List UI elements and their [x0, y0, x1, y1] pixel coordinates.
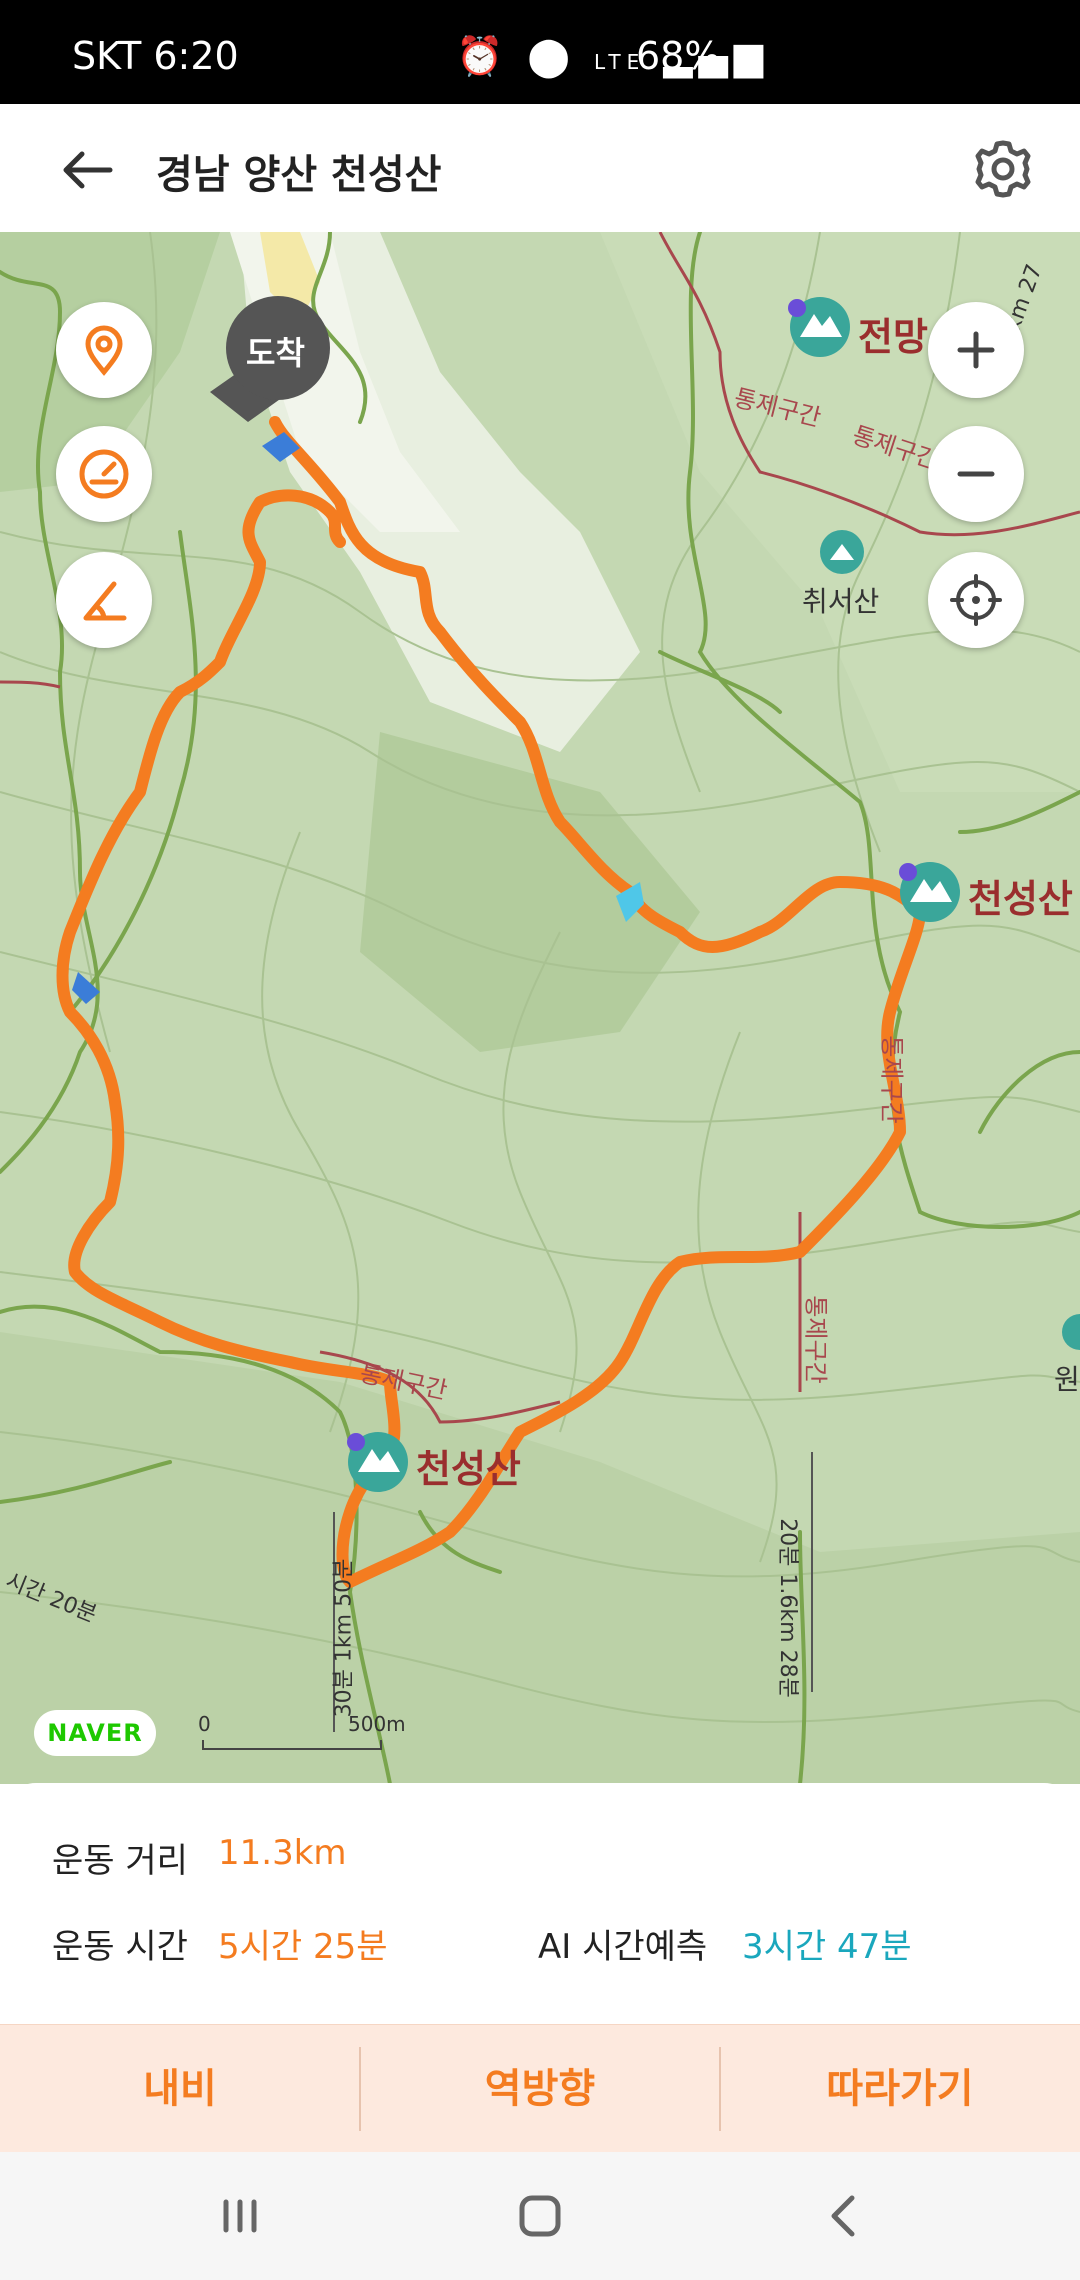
naver-logo: NAVER	[34, 1710, 156, 1756]
peak-label: 원	[1054, 1363, 1080, 1396]
arrow-left-icon	[63, 151, 113, 189]
map-pin-icon	[85, 325, 123, 376]
restricted-label: 통제구간	[801, 1295, 830, 1384]
zoom-in-button[interactable]	[928, 302, 1024, 398]
altitude-button[interactable]	[56, 552, 152, 648]
recenter-button[interactable]	[928, 552, 1024, 648]
status-icons: ⏰ ⬤ LTE ▂▄▆	[456, 34, 769, 79]
reverse-direction-button[interactable]: 역방향	[360, 2025, 720, 2153]
back-nav-button[interactable]	[808, 2180, 880, 2252]
peak-label: 천성산	[968, 877, 1073, 921]
settings-button[interactable]	[968, 134, 1038, 204]
home-button[interactable]	[504, 2180, 576, 2252]
follow-route-button[interactable]: 따라가기	[720, 2025, 1080, 2153]
minus-icon	[957, 471, 995, 477]
trail-time-label: 20분 1.6km 28분	[774, 1518, 800, 1698]
restricted-label: 통제구간	[877, 1035, 906, 1124]
page-title: 경남 양산 천성산	[156, 152, 442, 198]
ai-estimate-value: 3시간 47분	[742, 1927, 912, 1967]
scale-distance: 500m	[348, 1712, 406, 1736]
gear-icon	[975, 140, 1031, 198]
distance-label: 운동 거리	[52, 1841, 188, 1881]
route-info-sheet: 운동 거리 11.3km 운동 시간 5시간 25분 AI 시간예측 3시간 4…	[0, 1783, 1080, 2023]
peak-label: 취서산	[802, 585, 880, 618]
alarm-icon: ⏰	[456, 34, 510, 78]
peak-label: 천성산	[416, 1447, 521, 1491]
location-icon: ⬤	[527, 34, 576, 78]
system-nav-bar	[0, 2152, 1080, 2280]
my-location-button[interactable]	[56, 302, 152, 398]
speedometer-button[interactable]	[56, 426, 152, 522]
battery-level: 68%	[636, 34, 721, 78]
carrier-time: SKT 6:20	[72, 34, 239, 78]
time-value: 5시간 25분	[218, 1927, 388, 1967]
crosshair-icon	[950, 574, 1002, 626]
peak-label: 전망	[858, 315, 928, 359]
plus-icon	[957, 331, 995, 369]
recent-apps-icon	[223, 2199, 257, 2233]
ai-estimate-label: AI 시간예측	[538, 1927, 708, 1967]
map-scale: 0 500m	[198, 1712, 406, 1752]
scale-zero: 0	[198, 1712, 211, 1736]
time-label: 운동 시간	[52, 1927, 188, 1967]
scale-bar	[202, 1740, 382, 1750]
distance-value: 11.3km	[218, 1833, 347, 1873]
zoom-out-button[interactable]	[928, 426, 1024, 522]
map-view[interactable]: 도착 전망 천성산 천성산 취서산 원 통제구간 통제구간 통제구간 통제구간 …	[0, 232, 1080, 1784]
top-app-bar: 경남 양산 천성산	[0, 104, 1080, 233]
chevron-left-icon	[831, 2195, 855, 2237]
back-button[interactable]	[52, 134, 124, 206]
slope-icon	[83, 581, 127, 621]
status-bar: SKT 6:20 ⏰ ⬤ LTE ▂▄▆ 68%	[0, 0, 1080, 104]
navigation-button[interactable]: 내비	[0, 2025, 360, 2153]
recent-apps-button[interactable]	[204, 2180, 276, 2252]
home-icon	[519, 2195, 561, 2237]
action-bar: 내비 역방향 따라가기	[0, 2024, 1080, 2153]
speedometer-icon	[79, 449, 129, 499]
end-marker-label: 도착	[246, 334, 305, 372]
trail-time-label: 30분 1km 50분	[331, 1558, 357, 1718]
